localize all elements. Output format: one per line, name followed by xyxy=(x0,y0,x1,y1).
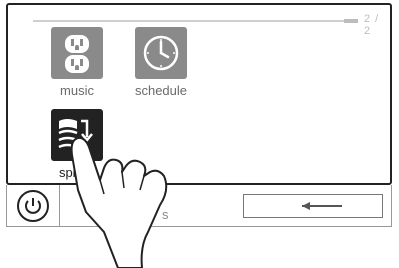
pointing-hand-icon xyxy=(70,136,168,268)
